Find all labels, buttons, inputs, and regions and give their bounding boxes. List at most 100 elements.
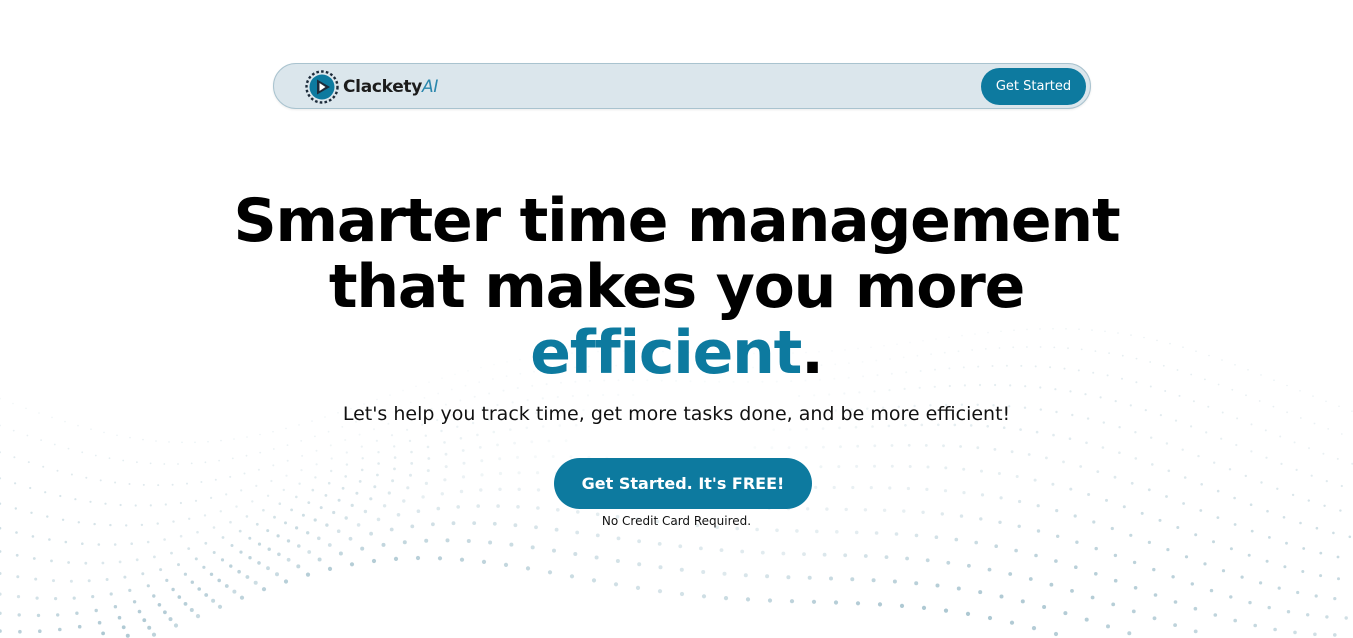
background-dot	[116, 434, 118, 437]
background-dot	[1152, 567, 1156, 572]
background-dot	[1096, 470, 1100, 473]
background-dot	[129, 436, 131, 439]
background-dot	[974, 540, 978, 545]
background-dot	[1216, 489, 1220, 493]
background-dot	[461, 475, 466, 479]
background-dot	[402, 499, 406, 503]
hero-get-started-button[interactable]: Get Started. It's FREE!	[554, 458, 812, 509]
background-dot	[440, 429, 443, 433]
background-dot	[516, 387, 519, 389]
background-dot	[1264, 429, 1267, 432]
background-dot	[315, 463, 318, 466]
background-dot	[259, 433, 261, 436]
background-dot	[1042, 605, 1047, 609]
background-dot	[231, 457, 234, 460]
background-dot	[295, 495, 298, 499]
background-dot	[75, 611, 79, 615]
background-dot	[905, 556, 909, 561]
brand-logo[interactable]: ClacketyAI	[305, 70, 438, 104]
background-dot	[479, 488, 483, 492]
background-dot	[1147, 488, 1151, 492]
background-dot	[890, 464, 894, 468]
background-dot	[97, 620, 102, 625]
background-dot	[15, 531, 18, 534]
background-dot	[819, 465, 823, 469]
background-dot	[285, 427, 287, 430]
background-dot	[410, 462, 414, 465]
background-dot	[1127, 631, 1132, 636]
background-dot	[1235, 443, 1238, 447]
background-dot	[1240, 575, 1244, 579]
background-dot	[1090, 595, 1095, 600]
background-dot	[944, 466, 948, 470]
background-dot	[177, 595, 182, 599]
background-dot	[873, 390, 876, 393]
background-dot	[1244, 474, 1248, 478]
background-dot	[74, 498, 77, 501]
background-dot	[275, 572, 279, 577]
background-dot	[390, 434, 394, 437]
landing-page: ClacketyAI Get Started Smarter time mana…	[0, 0, 1353, 638]
background-dot	[35, 596, 39, 600]
background-dot	[679, 591, 685, 597]
background-dot	[903, 387, 906, 390]
background-dot	[307, 501, 311, 504]
background-dot	[233, 438, 235, 440]
background-dot	[843, 553, 848, 558]
background-dot	[1295, 468, 1298, 471]
hero-subtitle: Let's help you track time, get more task…	[342, 403, 1011, 425]
background-dot	[235, 505, 238, 508]
background-dot	[701, 570, 706, 574]
background-dot	[136, 461, 138, 464]
background-dot	[1165, 495, 1168, 498]
background-dot	[142, 618, 147, 623]
background-dot	[1031, 626, 1037, 631]
background-dot	[410, 450, 413, 454]
background-dot	[837, 465, 841, 469]
background-dot	[1075, 540, 1079, 544]
background-dot	[1053, 631, 1059, 637]
background-dot	[341, 486, 345, 490]
background-dot	[1313, 632, 1317, 637]
background-dot	[892, 579, 897, 584]
background-dot	[297, 544, 301, 548]
background-dot	[987, 615, 993, 621]
background-dot	[1171, 575, 1175, 579]
background-dot	[788, 428, 792, 431]
nav-get-started-button[interactable]: Get Started	[981, 68, 1086, 105]
background-dot	[119, 503, 122, 507]
background-dot	[873, 444, 877, 448]
background-dot	[165, 578, 169, 583]
background-dot	[248, 556, 252, 560]
background-dot	[211, 598, 216, 603]
background-dot	[1325, 615, 1329, 619]
background-dot	[1265, 456, 1268, 459]
background-dot	[999, 594, 1004, 599]
background-dot	[1247, 553, 1251, 557]
background-dot	[462, 461, 466, 465]
background-dot	[1197, 454, 1200, 458]
background-dot	[1181, 448, 1184, 451]
background-dot	[168, 617, 173, 622]
background-dot	[1193, 629, 1198, 634]
background-dot	[1253, 623, 1257, 628]
background-dot	[1267, 605, 1271, 610]
background-dot	[122, 459, 125, 462]
background-dot	[103, 431, 105, 434]
background-dot	[586, 394, 590, 397]
background-dot	[890, 444, 894, 447]
background-dot	[1276, 487, 1279, 490]
background-dot	[72, 596, 76, 600]
background-dot	[678, 544, 683, 549]
headline-line-2: that makes you more	[328, 252, 1025, 322]
background-dot	[811, 599, 817, 604]
background-dot	[406, 428, 409, 431]
background-dot	[137, 609, 142, 614]
background-dot	[1312, 395, 1314, 397]
background-dot	[443, 441, 446, 444]
background-dot	[613, 582, 619, 587]
background-dot	[69, 579, 73, 583]
background-dot	[899, 603, 905, 609]
background-dot	[456, 505, 461, 509]
background-dot	[863, 554, 868, 558]
